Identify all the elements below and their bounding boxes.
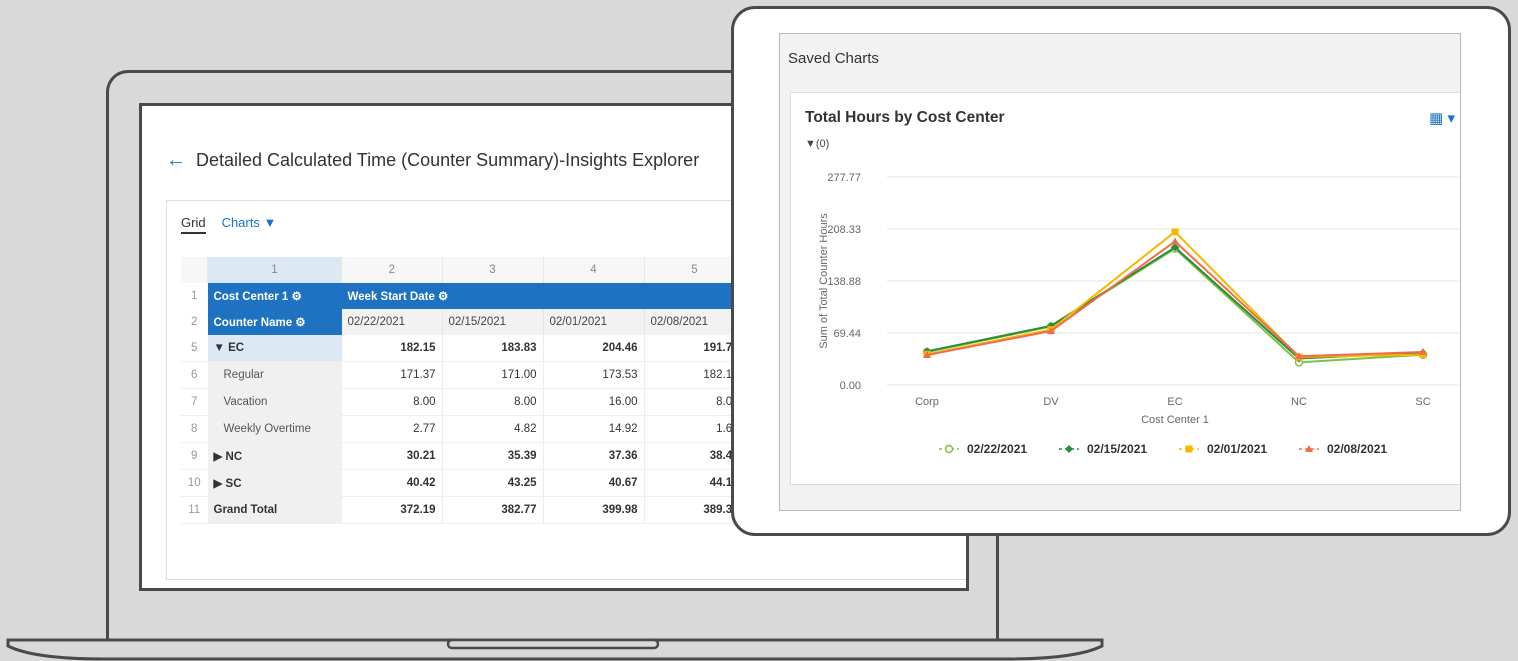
row-number: 2 — [191, 316, 198, 328]
data-point — [1065, 445, 1073, 453]
tab-grid[interactable]: Grid — [181, 215, 206, 234]
cell-value: 35.39 — [442, 442, 544, 470]
legend-label: 02/22/2021 — [967, 442, 1027, 456]
chart-card: Total Hours by Cost Center ▦ ▾ ▼(0) 277.… — [790, 92, 1460, 485]
row-label[interactable]: ▶ SC — [207, 469, 342, 497]
cell-value: 44.10 — [644, 469, 746, 497]
line-chart: 277.77 208.33 138.88 69.44 0.00 Sum of Total … — [818, 172, 1460, 456]
view-tabs: Grid Charts ▼ — [181, 215, 276, 234]
cell-value: 14.92 — [543, 415, 645, 443]
x-tick-label: Corp — [915, 396, 939, 408]
cell-value: 37.36 — [543, 442, 645, 470]
row-label[interactable]: Regular — [207, 361, 342, 389]
column-number[interactable]: 2 — [341, 257, 443, 283]
saved-charts-title: Saved Charts — [788, 50, 879, 67]
y-tick-label: 69.44 — [833, 328, 861, 340]
column-number[interactable]: 3 — [442, 257, 544, 283]
series-line — [926, 247, 1424, 364]
chart-options-icon[interactable]: ▦ ▾ — [1429, 109, 1455, 127]
counter-name-header[interactable]: Counter Name ⚙ — [207, 309, 342, 335]
data-point — [1185, 445, 1193, 453]
cell-value: 8.00 — [341, 388, 443, 416]
week-start-header[interactable]: Week Start Date ⚙ — [341, 283, 745, 309]
date-header[interactable]: 02/22/2021 — [341, 309, 443, 335]
data-point — [1171, 228, 1179, 236]
y-tick-label: 208.33 — [827, 224, 861, 236]
filter-count: (0) — [815, 138, 830, 150]
cell-value: 8.00 — [442, 388, 544, 416]
y-axis-label: Sum of Total Counter Hours — [818, 213, 830, 349]
y-tick-label: 138.88 — [827, 276, 861, 288]
x-tick-label: NC — [1291, 396, 1307, 408]
cell-value: 183.83 — [442, 335, 544, 362]
cell-value: 171.37 — [341, 361, 443, 389]
y-tick-label: 0.00 — [840, 380, 861, 392]
date-header[interactable]: 02/15/2021 — [442, 309, 544, 335]
cell-value: 2.77 — [341, 415, 443, 443]
cell-value: 40.67 — [543, 469, 645, 497]
cell-value: 372.19 — [341, 496, 443, 524]
cell-value: 43.25 — [442, 469, 544, 497]
row-label[interactable]: ▶ NC — [207, 442, 342, 470]
row-number: 9 — [181, 442, 208, 470]
row-number: 6 — [181, 361, 208, 389]
column-number[interactable]: 1 — [207, 257, 342, 283]
cell-value: 382.77 — [442, 496, 544, 524]
row-number: 1 — [191, 290, 198, 302]
cell-value: 171.00 — [442, 361, 544, 389]
row-label[interactable]: Weekly Overtime — [207, 415, 342, 443]
row-number: 5 — [181, 335, 208, 362]
cell-value: 182.15 — [644, 361, 746, 389]
cell-value: 182.15 — [341, 335, 443, 362]
cell-value: 30.21 — [341, 442, 443, 470]
row-label[interactable]: ▼ EC — [207, 335, 342, 362]
cell-value: 399.98 — [543, 496, 645, 524]
saved-charts-window: Saved Charts Total Hours by Cost Center … — [779, 33, 1461, 511]
cell-value: 38.40 — [644, 442, 746, 470]
date-header[interactable]: 02/01/2021 — [543, 309, 645, 335]
corner-cell — [181, 257, 208, 283]
cell-value: 389.33 — [644, 496, 746, 524]
page-title-text: Detailed Calculated Time (Counter Summar… — [196, 150, 700, 170]
cost-center-header[interactable]: Cost Center 1 ⚙ — [207, 283, 342, 309]
series-line — [926, 246, 1424, 360]
chart-title: Total Hours by Cost Center — [805, 109, 1005, 126]
filter-icon: ▼ — [805, 138, 816, 150]
cell-value: 40.42 — [341, 469, 443, 497]
cell-value: 173.53 — [543, 361, 645, 389]
laptop-base — [6, 638, 1104, 661]
legend-label: 02/08/2021 — [1327, 442, 1387, 456]
row-number: 7 — [181, 388, 208, 416]
data-point — [944, 444, 954, 454]
page-title: ← Detailed Calculated Time (Counter Summ… — [166, 149, 699, 172]
legend-label: 02/15/2021 — [1087, 442, 1147, 456]
legend-label: 02/01/2021 — [1207, 442, 1267, 456]
back-arrow-icon[interactable]: ← — [166, 149, 186, 172]
date-header[interactable]: 02/08/2021 — [644, 309, 746, 335]
column-number[interactable]: 4 — [543, 257, 645, 283]
row-label[interactable]: Vacation — [207, 388, 342, 416]
row-label[interactable]: Grand Total — [207, 496, 342, 524]
x-axis-label: Cost Center 1 — [1141, 414, 1209, 426]
row-number: 11 — [181, 496, 208, 524]
x-tick-label: DV — [1043, 396, 1059, 408]
x-tick-label: EC — [1167, 396, 1182, 408]
x-tick-label: SC — [1415, 396, 1430, 408]
tab-charts[interactable]: Charts ▼ — [222, 215, 277, 234]
cell-value: 204.46 — [543, 335, 645, 362]
cell-value: 16.00 — [543, 388, 645, 416]
cell-value: 8.00 — [644, 388, 746, 416]
cell-value: 1.62 — [644, 415, 746, 443]
row-number: 8 — [181, 415, 208, 443]
row-number: 10 — [181, 469, 208, 497]
cell-value: 4.82 — [442, 415, 544, 443]
y-tick-label: 277.77 — [827, 172, 861, 184]
data-point — [1171, 237, 1179, 245]
column-number[interactable]: 5 — [644, 257, 746, 283]
cell-value: 191.77 — [644, 335, 746, 362]
filter-indicator[interactable]: ▼(0) — [805, 138, 829, 150]
